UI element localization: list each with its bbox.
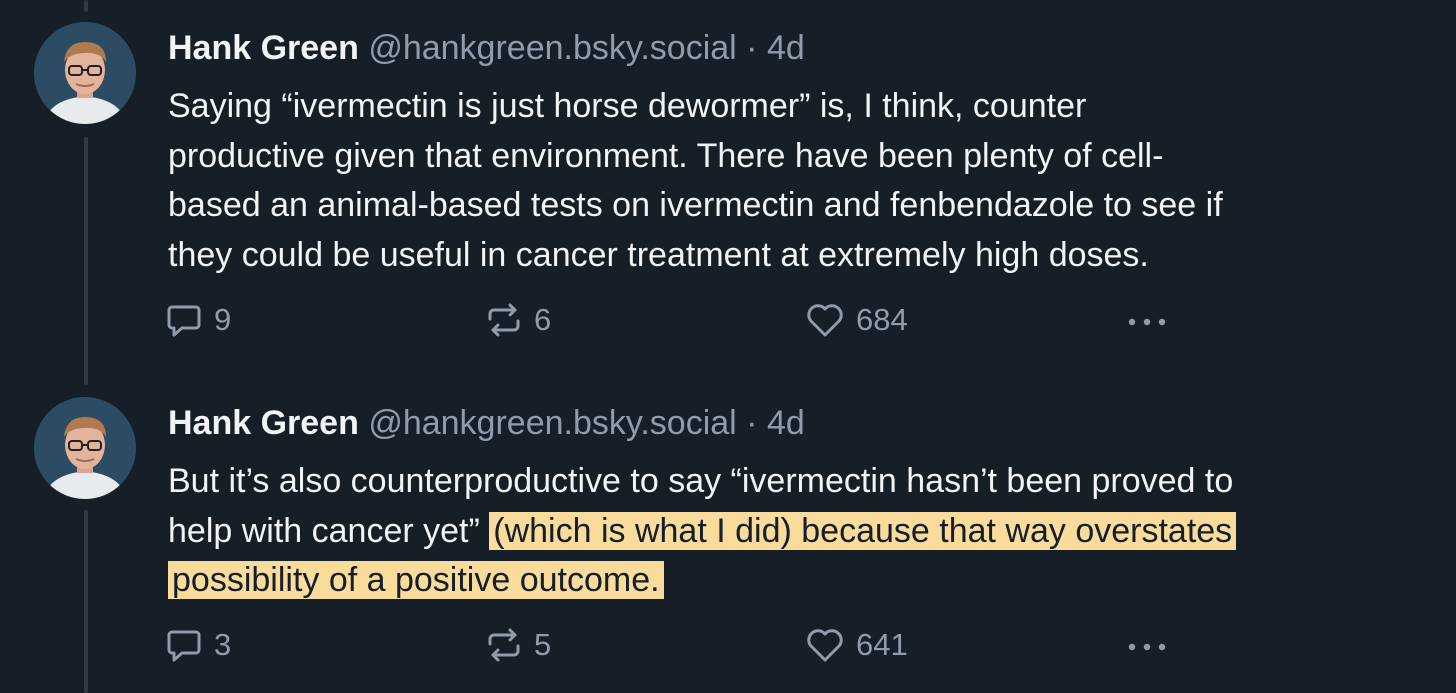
repost-button[interactable]: 5 [484, 623, 551, 667]
reply-button[interactable]: 3 [164, 623, 231, 667]
more-options-button[interactable] [1124, 298, 1170, 342]
like-count: 641 [856, 627, 908, 662]
author-handle[interactable]: @hankgreen.bsky.social [368, 29, 736, 67]
post-text-line: they could be useful in cancer treatment… [168, 235, 1149, 274]
post-text-line: Saying “ivermectin is just horse deworme… [168, 87, 1087, 125]
plain-text: help with cancer yet” [168, 511, 490, 550]
repost-button[interactable]: 6 [484, 298, 551, 342]
reply-count: 3 [214, 627, 232, 662]
repost-icon [484, 625, 524, 665]
post-text: But it’s also counterproductive to say “… [168, 457, 1428, 606]
more-icon [1124, 300, 1170, 340]
post-text-line: possibility of a positive outcome. [168, 556, 1428, 606]
post-text-line: based an animal-based tests on ivermecti… [168, 186, 1223, 224]
avatar[interactable] [34, 397, 136, 499]
separator-dot: · [746, 29, 758, 67]
reply-count: 9 [214, 302, 232, 337]
repost-count: 5 [534, 627, 552, 662]
post-text-line: But it’s also counterproductive to say “… [168, 462, 1234, 500]
like-button[interactable]: 684 [804, 298, 908, 342]
post[interactable]: Hank Green @hankgreen.bsky.social · 4d B… [0, 375, 1456, 693]
author-handle[interactable]: @hankgreen.bsky.social [368, 404, 736, 442]
timestamp[interactable]: 4d [767, 404, 805, 442]
highlighted-text: (which is what I did) because that way o… [489, 511, 1237, 550]
post[interactable]: Hank Green @hankgreen.bsky.social · 4d S… [0, 0, 1456, 370]
post-actions: 9 6 684 [164, 298, 1184, 342]
post-header: Hank Green @hankgreen.bsky.social · 4d [168, 28, 805, 68]
more-options-button[interactable] [1124, 623, 1170, 667]
repost-icon [484, 300, 524, 340]
avatar[interactable] [34, 22, 136, 124]
like-icon [804, 300, 846, 340]
more-icon [1124, 625, 1170, 665]
post-text-line: help with cancer yet” (which is what I d… [168, 507, 1428, 557]
like-button[interactable]: 641 [804, 623, 908, 667]
separator-dot: · [746, 404, 758, 442]
timestamp[interactable]: 4d [767, 29, 805, 67]
author-name[interactable]: Hank Green [168, 404, 359, 442]
like-count: 684 [856, 302, 908, 337]
highlighted-text: possibility of a positive outcome. [168, 561, 664, 599]
post-text: Saying “ivermectin is just horse deworme… [168, 82, 1428, 280]
post-text-line: productive given that environment. There… [168, 136, 1164, 175]
reply-icon [164, 300, 204, 340]
reply-icon [164, 625, 204, 665]
post-header: Hank Green @hankgreen.bsky.social · 4d [168, 403, 805, 443]
repost-count: 6 [534, 302, 552, 337]
reply-button[interactable]: 9 [164, 298, 231, 342]
author-name[interactable]: Hank Green [168, 29, 359, 67]
post-actions: 3 5 641 [164, 623, 1184, 667]
like-icon [804, 625, 846, 665]
